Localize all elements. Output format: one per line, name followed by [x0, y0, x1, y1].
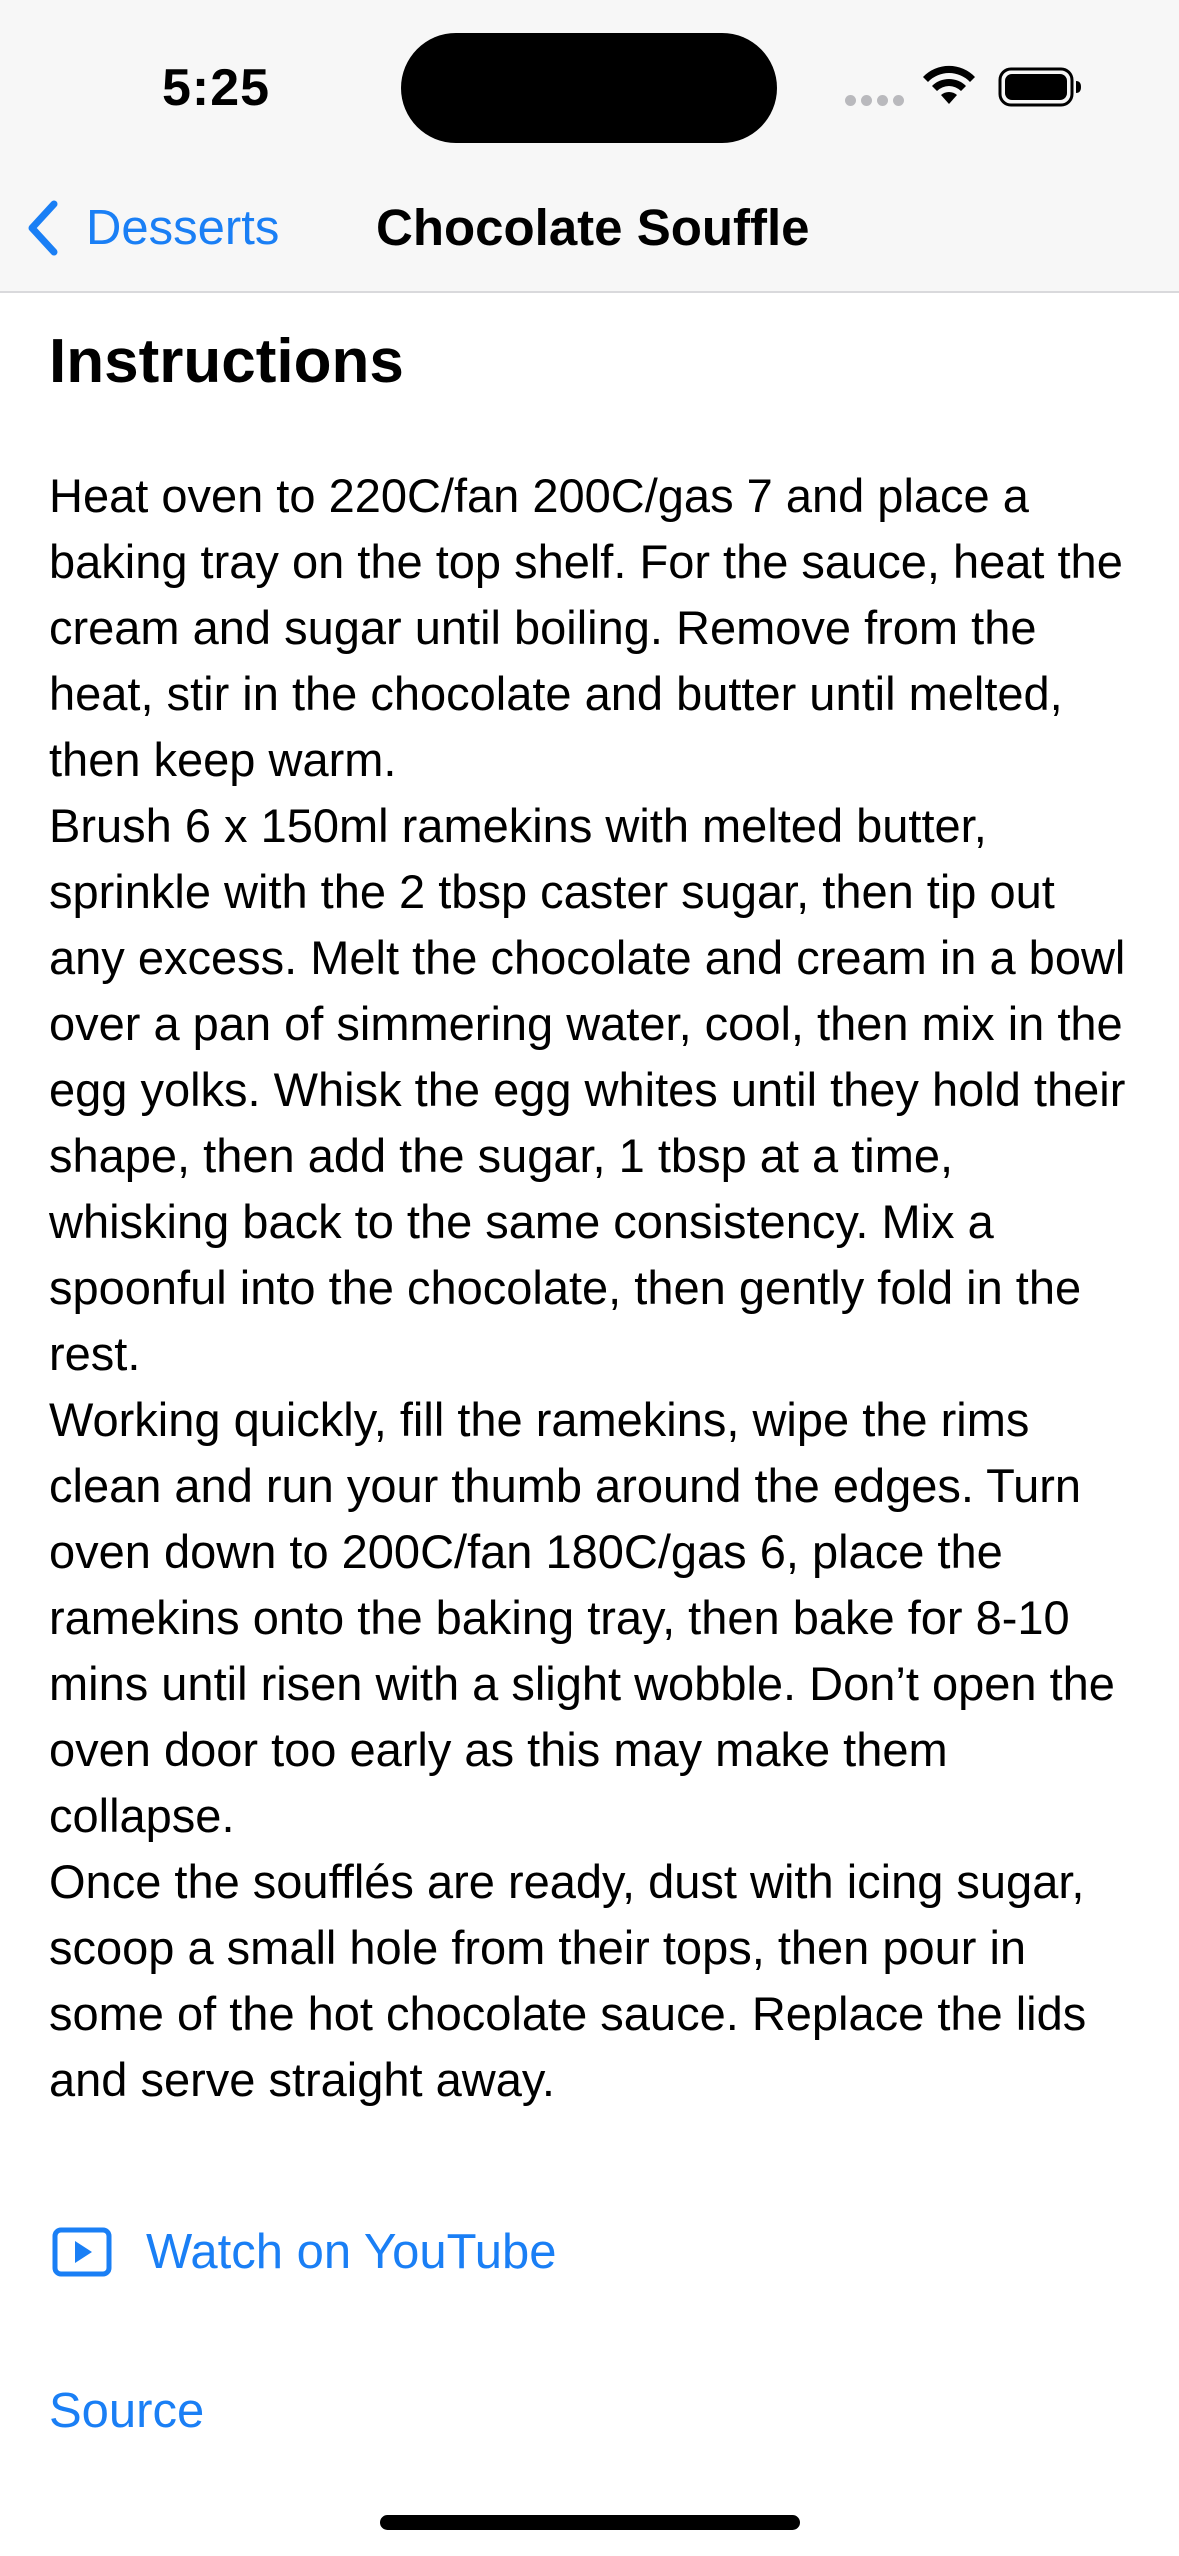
status-time: 5:25 [162, 59, 271, 117]
battery-icon [998, 67, 1081, 107]
back-button-label: Desserts [86, 201, 280, 255]
wifi-icon [923, 65, 975, 104]
chevron-left-icon [28, 200, 58, 256]
watch-on-youtube-link[interactable]: Watch on YouTube [52, 2212, 556, 2292]
home-indicator[interactable] [380, 2515, 800, 2530]
status-bar: 5:25 [0, 0, 1179, 176]
dynamic-island [401, 33, 777, 143]
page-title: Chocolate Souffle [376, 199, 810, 256]
cellular-signal-icon [845, 95, 905, 107]
instructions-text: Heat oven to 220C/fan 200C/gas 7 and pla… [49, 469, 1126, 2106]
navigation-bar: 5:25 Desserts Chocolate Souffle [0, 0, 1179, 293]
back-button[interactable]: Desserts [22, 192, 279, 264]
watch-on-youtube-label: Watch on YouTube [146, 2225, 557, 2279]
play-rectangle-icon [52, 2227, 112, 2277]
source-link[interactable]: Source [49, 2383, 204, 2439]
instructions-heading: Instructions [49, 327, 404, 396]
